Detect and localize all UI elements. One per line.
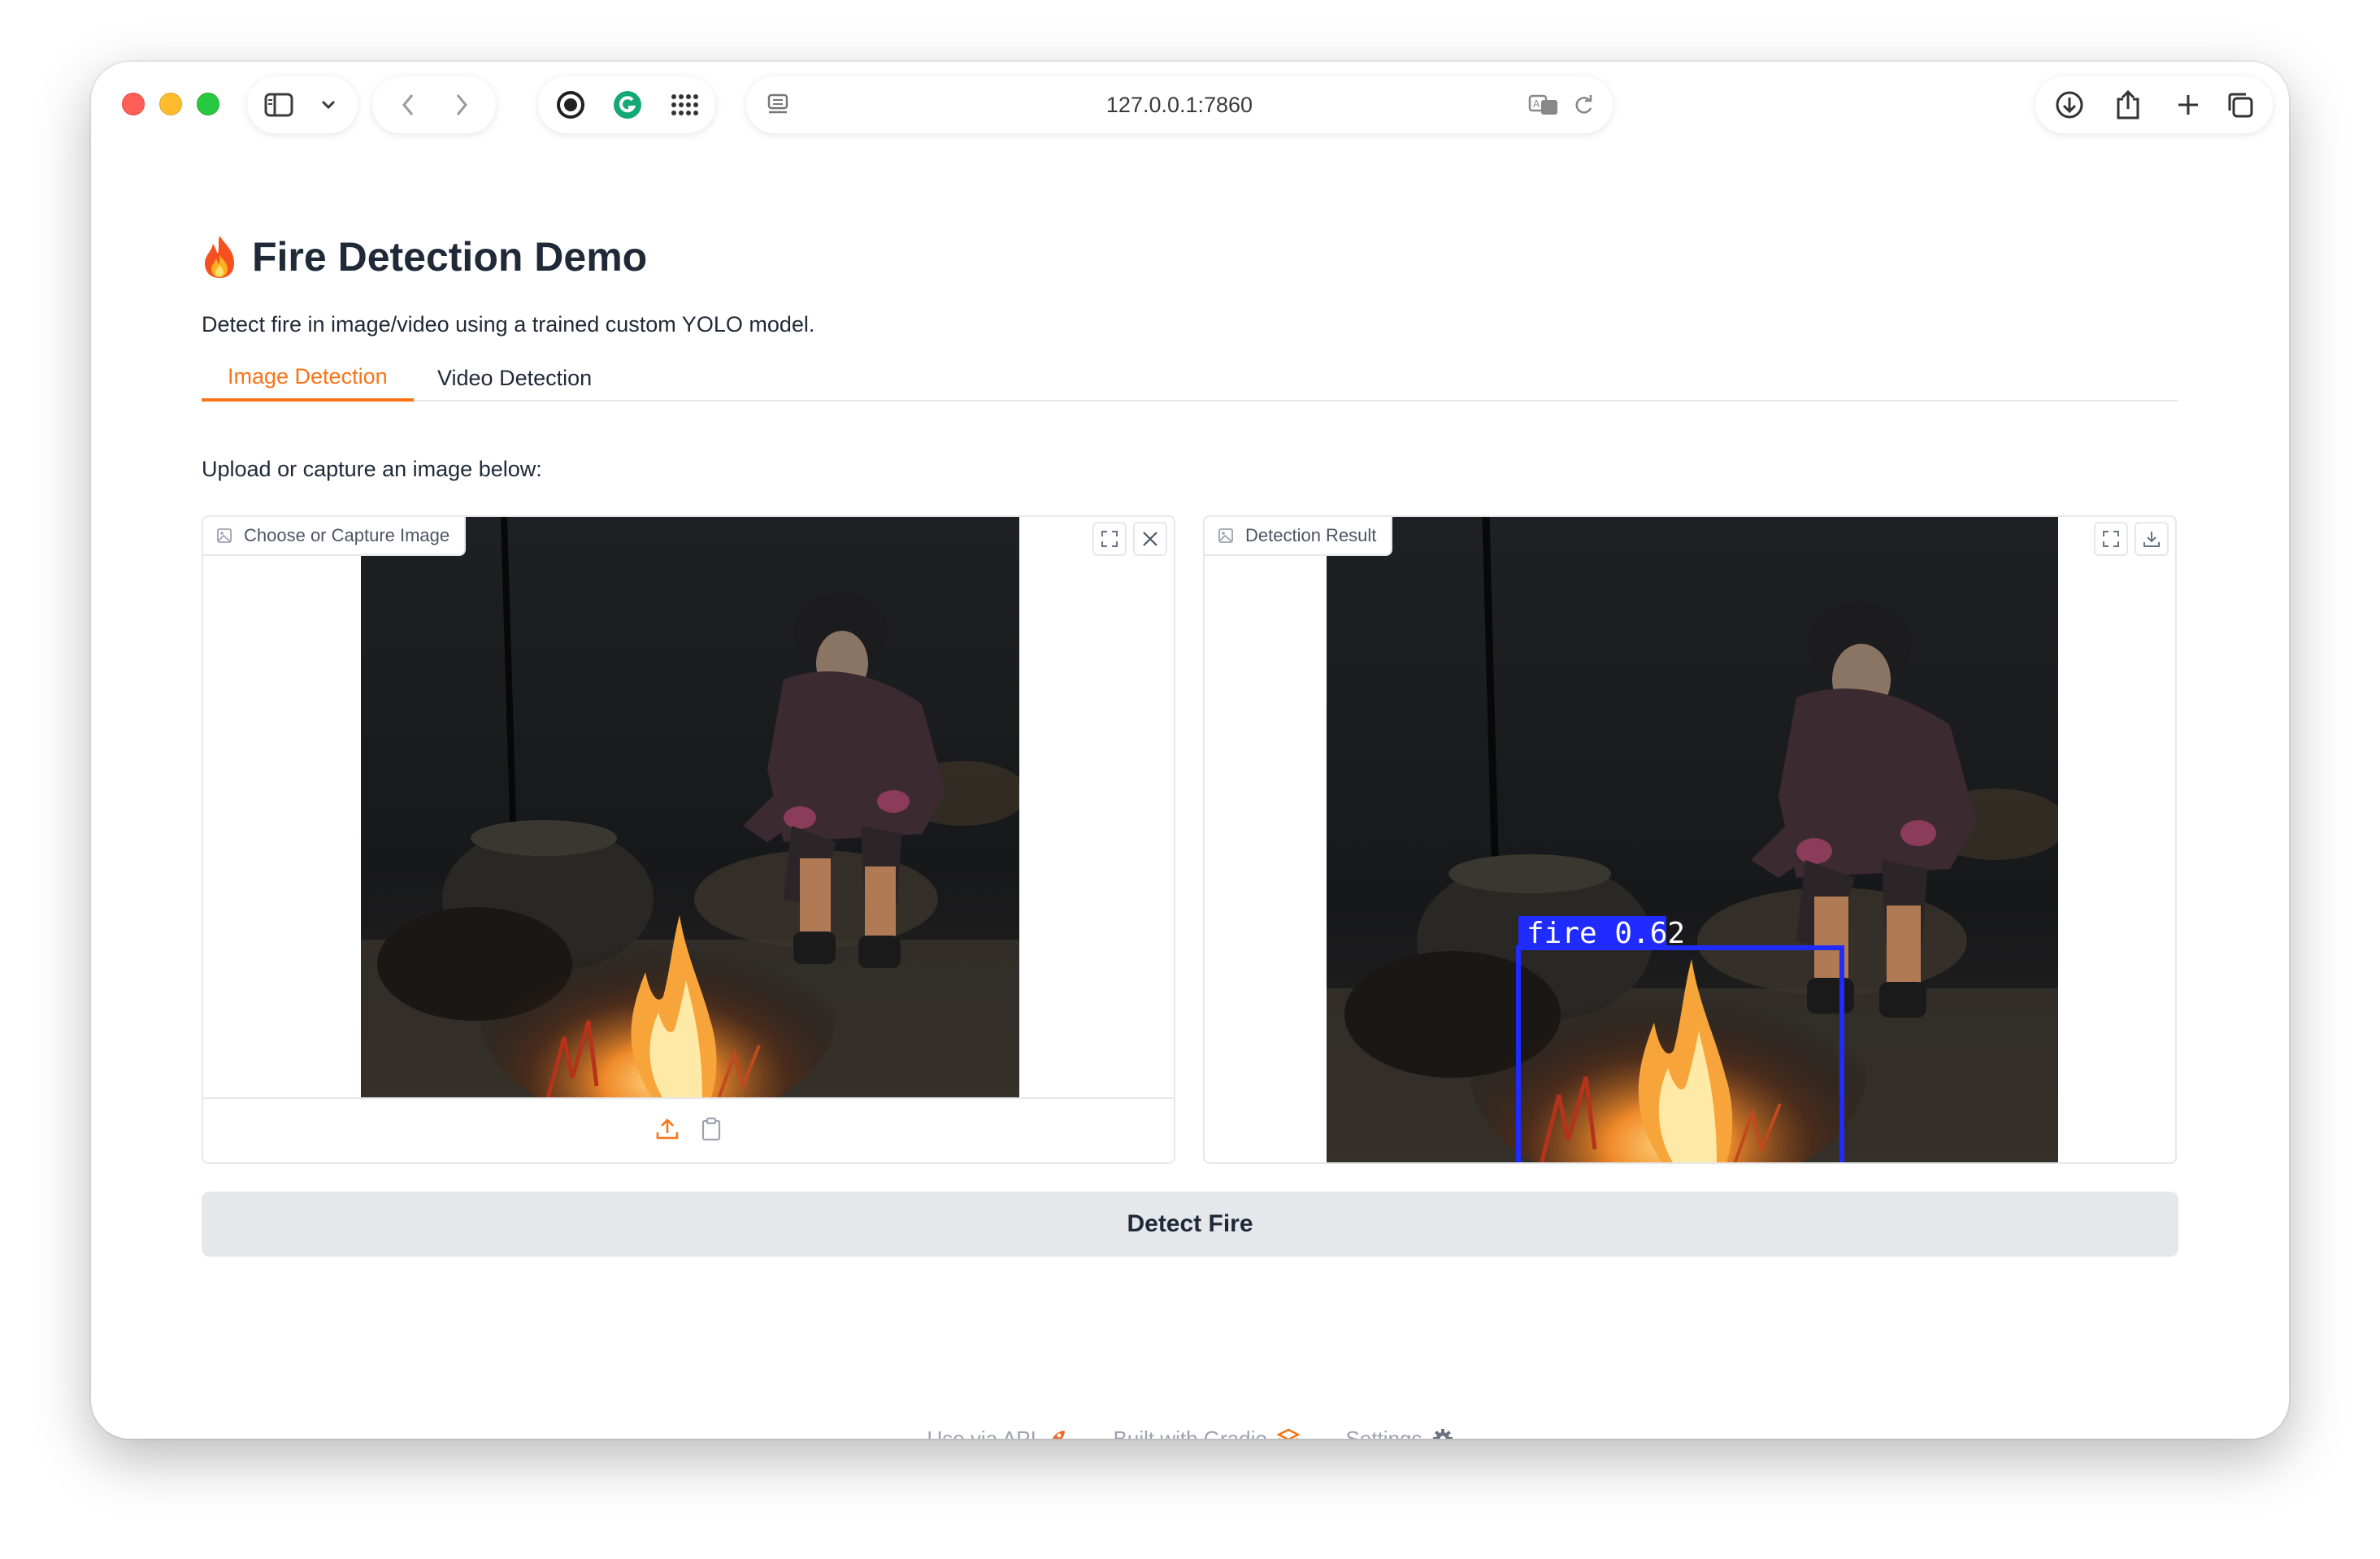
tab-image-detection[interactable]: Image Detection — [202, 354, 414, 402]
browser-actions-group — [2035, 76, 2273, 133]
output-panel-label-text: Detection Result — [1245, 525, 1377, 545]
browser-window: 127.0.0.1:7860 A Fire Detection Demo Det… — [91, 62, 2289, 1439]
download-result-button[interactable] — [2135, 522, 2169, 556]
download-icon[interactable] — [2045, 76, 2094, 133]
forward-arrow-icon[interactable] — [444, 76, 480, 133]
translate-icon[interactable]: A — [1525, 76, 1562, 133]
image-input-panel[interactable]: Choose or Capture Image — [202, 515, 1175, 1164]
gradio-logo-icon — [1276, 1428, 1300, 1439]
extensions-group — [538, 76, 715, 133]
url-text[interactable]: 127.0.0.1:7860 — [746, 76, 1613, 133]
page-title: Fire Detection Demo — [202, 232, 647, 281]
reload-icon[interactable] — [1567, 76, 1600, 133]
address-bar[interactable]: 127.0.0.1:7860 A — [746, 76, 1613, 133]
input-panel-label: Choose or Capture Image — [203, 517, 467, 556]
title-text: Fire Detection Demo — [252, 234, 648, 280]
use-via-api-link[interactable]: Use via API — [927, 1426, 1066, 1440]
detection-result-panel: Detection Result fire 0.62 — [1203, 515, 2177, 1164]
fullscreen-button[interactable] — [2094, 522, 2128, 556]
sidebar-icon[interactable] — [258, 76, 299, 133]
close-window-button[interactable] — [122, 93, 145, 115]
close-icon — [1143, 532, 1157, 546]
result-image: fire 0.62 — [1327, 517, 2058, 1162]
use-via-api-label: Use via API — [927, 1426, 1036, 1440]
upload-instruction: Upload or capture an image below: — [202, 457, 542, 481]
tab-overview-icon[interactable] — [2216, 76, 2265, 133]
built-with-gradio-label: Built with Gradio — [1113, 1426, 1267, 1440]
chevron-down-icon[interactable] — [311, 76, 346, 133]
navigation-group — [372, 76, 496, 133]
share-icon[interactable] — [2104, 76, 2152, 133]
fullscreen-icon — [1101, 531, 1118, 547]
input-panel-label-text: Choose or Capture Image — [244, 525, 450, 545]
clear-image-button[interactable] — [1133, 522, 1167, 556]
new-tab-icon[interactable] — [2164, 76, 2213, 133]
rocket-icon — [1052, 1431, 1065, 1439]
footer-separator: · — [1318, 1426, 1327, 1440]
grammarly-extension-icon[interactable] — [606, 76, 649, 133]
output-panel-label: Detection Result — [1205, 517, 1393, 556]
output-panel-actions — [2094, 522, 2169, 556]
page-footer: Use via API · Built with Gradio · Settin… — [202, 1422, 2178, 1439]
detect-fire-button[interactable]: Detect Fire — [202, 1192, 2178, 1257]
input-panel-toolbar — [203, 1097, 1174, 1162]
download-icon — [2143, 532, 2160, 547]
sidebar-toggle-group — [247, 76, 358, 133]
fullscreen-button[interactable] — [1092, 522, 1127, 556]
built-with-gradio-link[interactable]: Built with Gradio — [1113, 1426, 1300, 1440]
minimize-window-button[interactable] — [159, 93, 182, 115]
settings-link[interactable]: Settings — [1345, 1426, 1453, 1440]
input-panel-actions — [1092, 522, 1167, 556]
browser-toolbar: 127.0.0.1:7860 A — [91, 62, 2289, 146]
image-icon — [1218, 528, 1233, 543]
detection-label: fire 0.62 — [1527, 917, 1685, 950]
record-extension-icon[interactable] — [549, 76, 592, 133]
page-description: Detect fire in image/video using a train… — [202, 312, 815, 337]
upload-icon — [656, 1118, 679, 1139]
gear-icon — [1432, 1429, 1453, 1439]
input-image — [361, 517, 1019, 1099]
footer-separator: · — [1086, 1426, 1094, 1440]
fire-emoji-icon — [205, 236, 234, 278]
paste-clipboard-button[interactable] — [701, 1117, 722, 1145]
upload-button[interactable] — [655, 1117, 680, 1145]
back-arrow-icon[interactable] — [390, 76, 426, 133]
apps-grid-icon[interactable] — [663, 76, 706, 133]
tab-video-detection[interactable]: Video Detection — [411, 354, 618, 402]
clipboard-icon — [701, 1117, 721, 1140]
svg-text:A: A — [1533, 98, 1540, 110]
fullscreen-icon — [2103, 531, 2119, 547]
tab-bar: Image Detection Video Detection — [202, 354, 2178, 402]
image-icon — [217, 528, 232, 543]
maximize-window-button[interactable] — [197, 93, 219, 115]
settings-label: Settings — [1345, 1426, 1422, 1440]
